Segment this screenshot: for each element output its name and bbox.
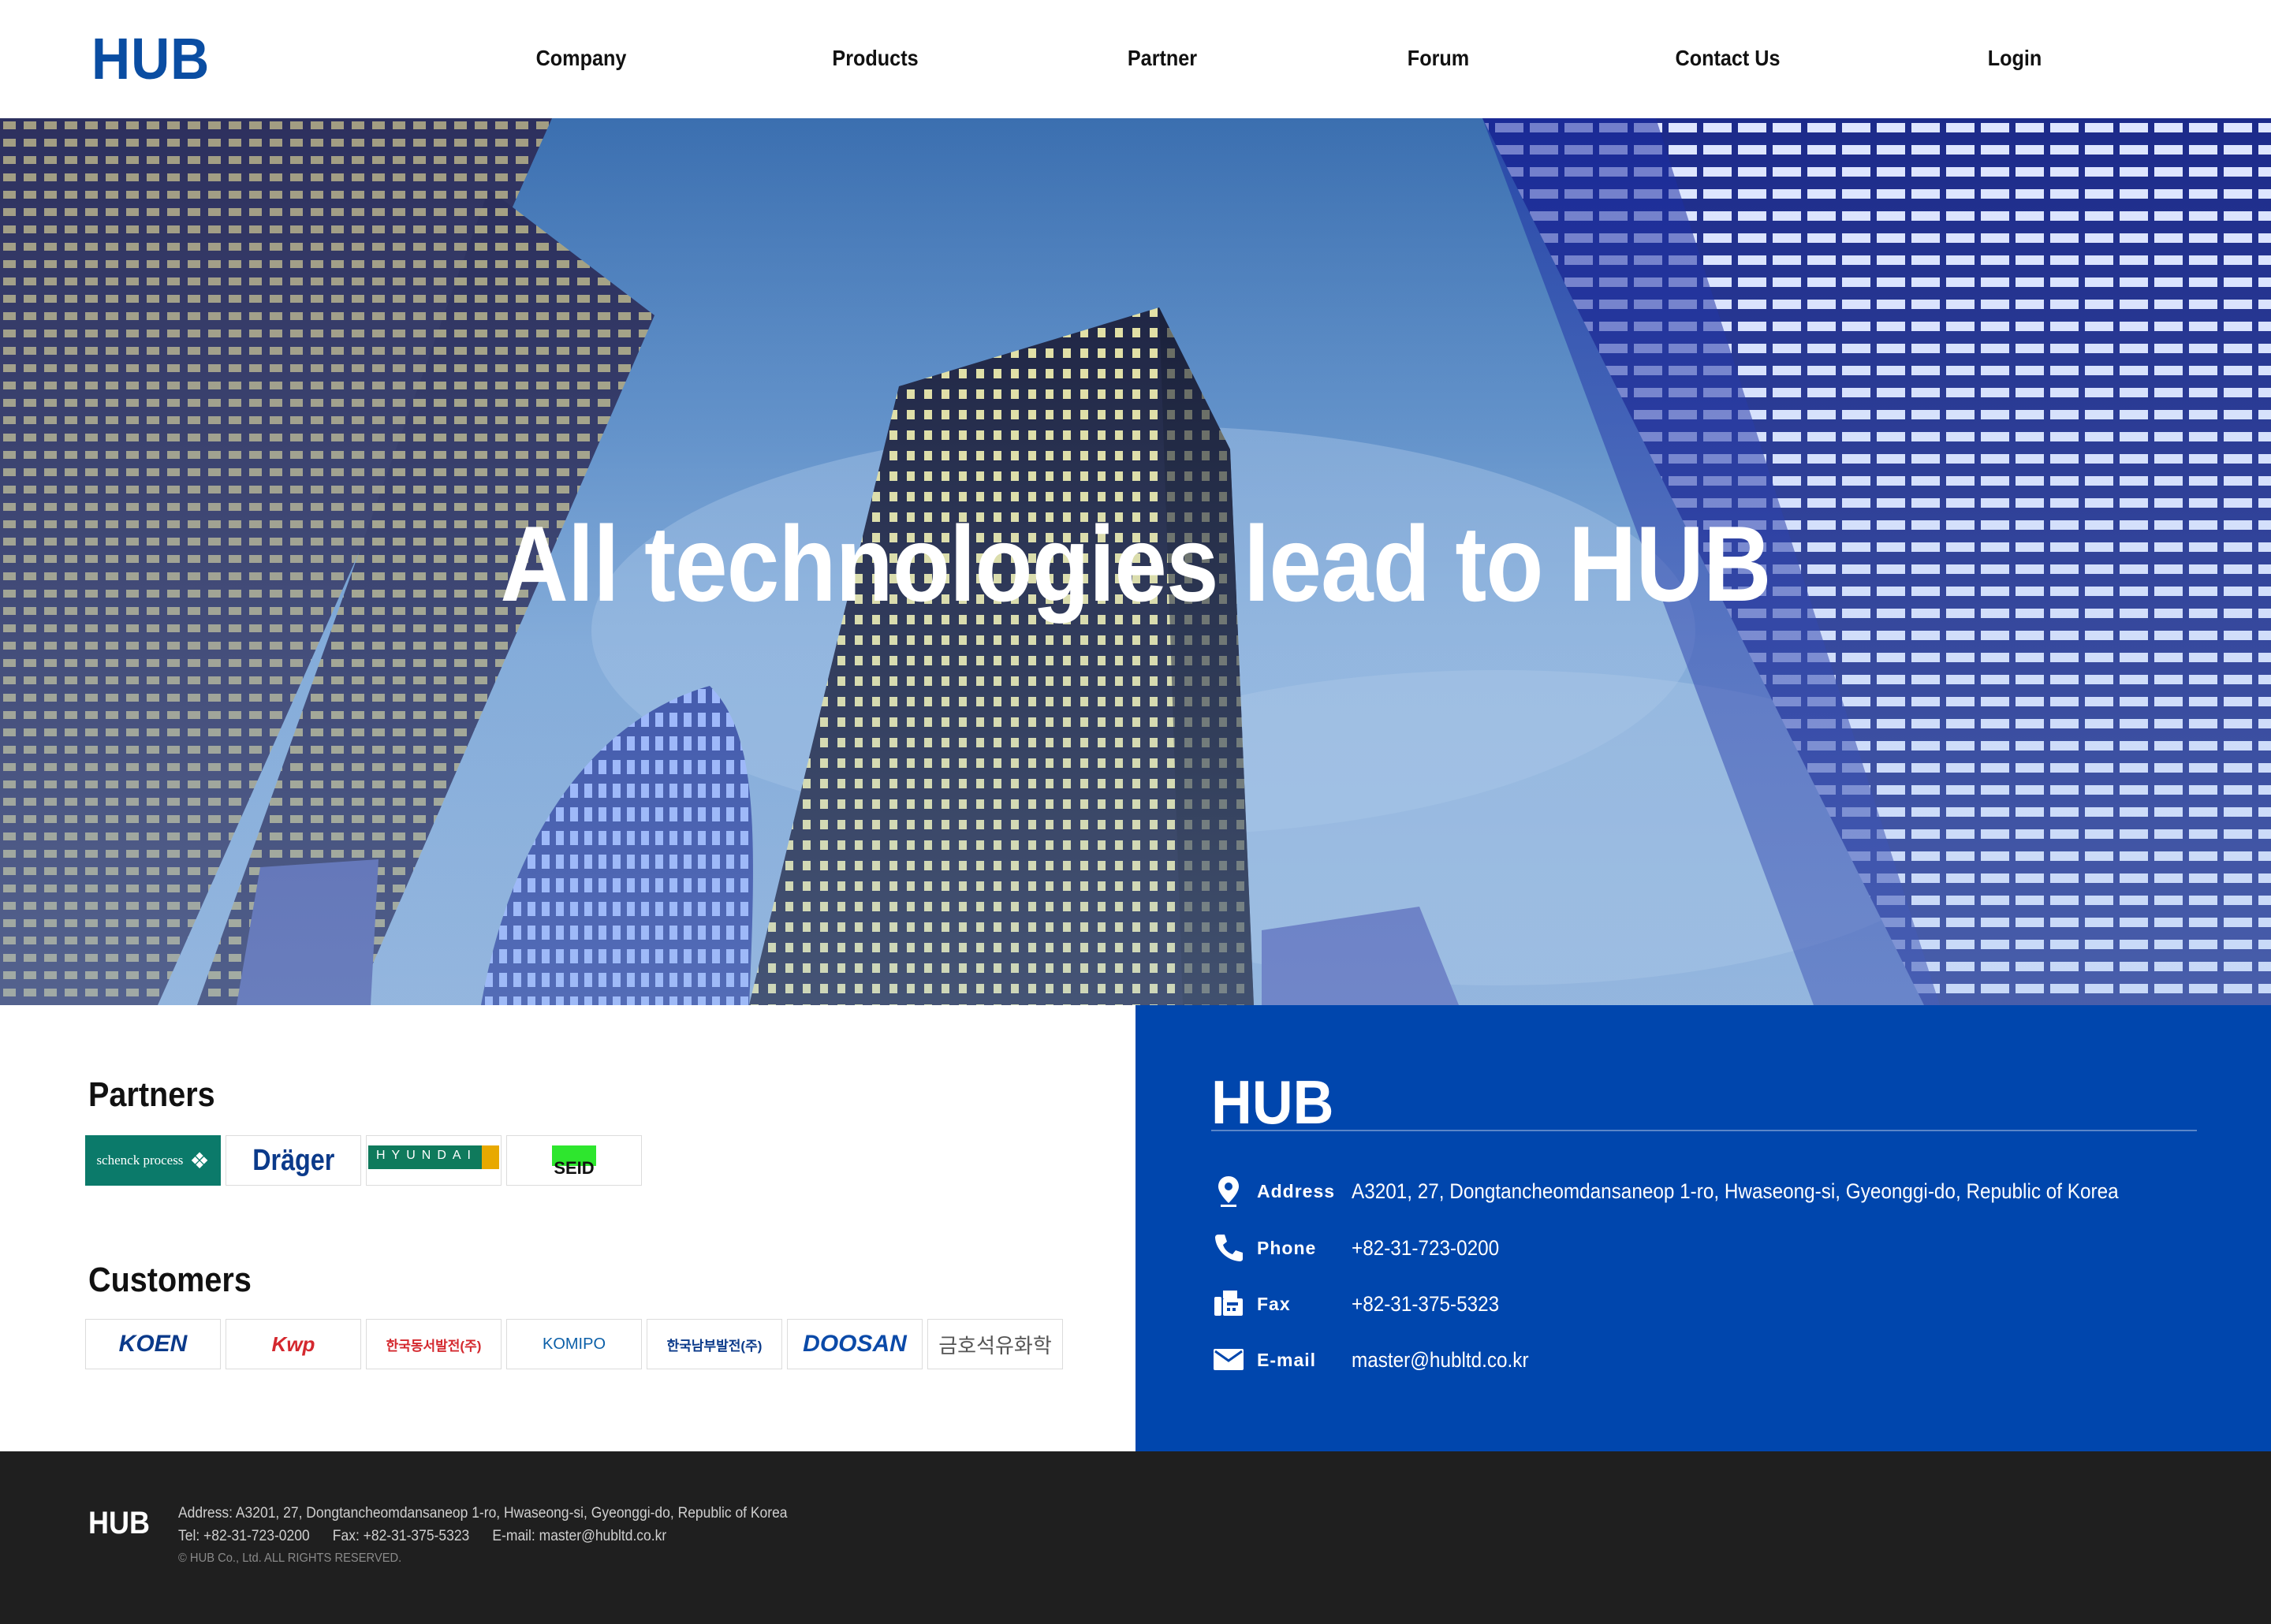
hero-title: All technologies lead to HUB: [500, 504, 1771, 624]
customer-logo-koen[interactable]: KOEN: [85, 1319, 221, 1369]
contact-email-row: E-mail master@hubltd.co.kr: [1211, 1342, 2236, 1381]
site-header: HUB Company Products Partner Forum Conta…: [0, 0, 2271, 118]
phone-value[interactable]: +82-31-723-0200: [1352, 1234, 1499, 1262]
hyundai-wordmark: HYUNDAI: [367, 1145, 499, 1169]
partner-logo-schenck[interactable]: schenck process ❖: [85, 1135, 221, 1186]
address-label: Address: [1257, 1181, 1336, 1201]
partners-title: Partners: [88, 1075, 215, 1114]
phone-label: Phone: [1257, 1238, 1317, 1258]
fax-icon: [1214, 1291, 1243, 1316]
footer-logo: HUB: [88, 1506, 151, 1540]
partner-logo-drager[interactable]: Dräger: [226, 1135, 361, 1186]
contact-fax-row: Fax +82-31-375-5323: [1211, 1286, 2236, 1325]
nav-partner[interactable]: Partner: [1128, 43, 1197, 74]
schenck-mark-icon: ❖: [189, 1148, 210, 1173]
nav-products[interactable]: Products: [832, 43, 918, 74]
footer-contact-line: Tel: +82-31-723-0200 Fax: +82-31-375-532…: [178, 1528, 667, 1544]
nav-login[interactable]: Login: [1988, 43, 2042, 74]
location-pin-icon: [1218, 1176, 1239, 1207]
customer-logo-kumho[interactable]: 금호석유화학: [927, 1319, 1063, 1369]
customer-logo-kospo[interactable]: 한국남부발전(주): [647, 1319, 782, 1369]
footer-copyright: © HUB Co., Ltd. ALL RIGHTS RESERVED.: [178, 1551, 402, 1565]
partner-logo-hyundai[interactable]: HYUNDAI: [366, 1135, 502, 1186]
fax-label: Fax: [1257, 1294, 1291, 1314]
nav-forum[interactable]: Forum: [1408, 43, 1469, 74]
hero-banner: All technologies lead to HUB: [0, 118, 2271, 1005]
email-icon: [1214, 1349, 1244, 1370]
nav-contact-us[interactable]: Contact Us: [1675, 43, 1780, 74]
customer-logo-kwp[interactable]: Kwp: [226, 1319, 361, 1369]
email-label: E-mail: [1257, 1350, 1317, 1370]
partners-customers-section: Partners schenck process ❖ Dräger HYUNDA…: [0, 1005, 1136, 1451]
contact-logo: HUB: [1211, 1067, 1334, 1137]
fax-value: +82-31-375-5323: [1352, 1292, 1500, 1316]
partner-logo-seid[interactable]: SEID: [506, 1135, 642, 1186]
email-value[interactable]: master@hubltd.co.kr: [1352, 1346, 1529, 1374]
site-footer: HUB Address: A3201, 27, Dongtancheomdans…: [0, 1451, 2271, 1624]
customer-logos: KOEN Kwp 한국동서발전(주) KOMIPO 한국남부발전(주) DOOS…: [85, 1319, 1063, 1369]
contact-address-row: Address A3201, 27, Dongtancheomdansaneop…: [1211, 1173, 2236, 1212]
address-value: A3201, 27, Dongtancheomdansaneop 1-ro, H…: [1352, 1179, 2119, 1203]
footer-address: Address: A3201, 27, Dongtancheomdansaneo…: [178, 1505, 788, 1522]
customers-title: Customers: [88, 1261, 252, 1299]
nav-company[interactable]: Company: [536, 43, 627, 74]
customer-logo-ewp[interactable]: 한국동서발전(주): [366, 1319, 502, 1369]
phone-icon: [1215, 1235, 1243, 1261]
customer-logo-komipo[interactable]: KOMIPO: [506, 1319, 642, 1369]
contact-divider: [1211, 1130, 2197, 1131]
main-nav: Company Products Partner Forum Contact U…: [0, 0, 2271, 118]
partner-logos: schenck process ❖ Dräger HYUNDAI SEID: [85, 1135, 642, 1186]
contact-phone-row: Phone +82-31-723-0200: [1211, 1230, 2236, 1269]
contact-panel: HUB Address A3201, 27, Dongtancheomdansa…: [1136, 1005, 2271, 1451]
customer-logo-doosan[interactable]: DOOSAN: [787, 1319, 923, 1369]
